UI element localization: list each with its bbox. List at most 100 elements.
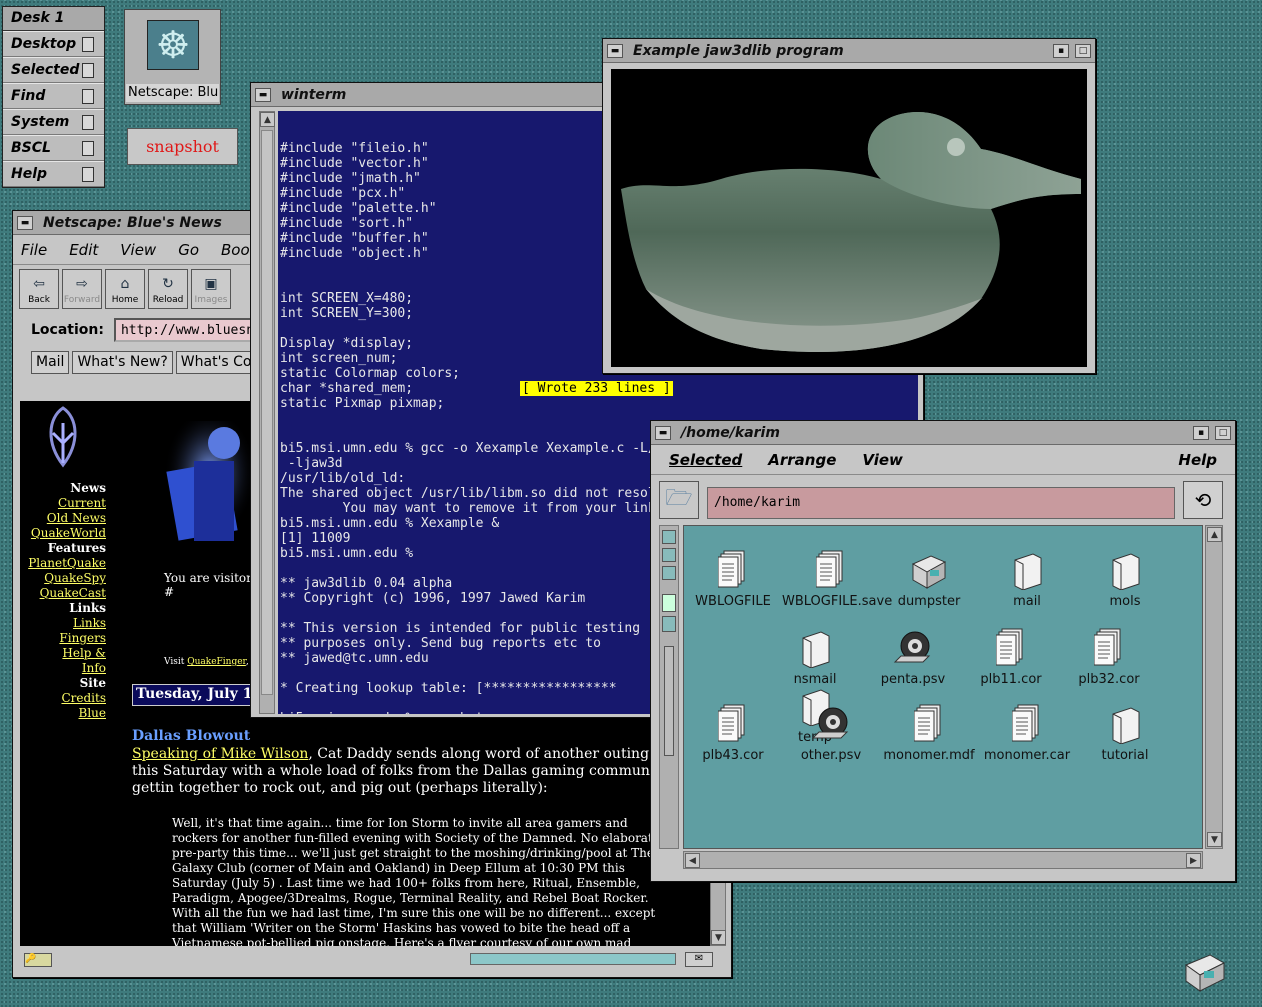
file-item[interactable]: WBLOGFILE.save	[782, 550, 892, 609]
nav-link-info[interactable]: Info	[20, 661, 106, 676]
scroll-down-icon[interactable]: ▼	[1207, 832, 1222, 847]
menu-edit[interactable]: Edit	[69, 241, 98, 259]
maximize-icon[interactable]: □	[1075, 43, 1091, 58]
nav-link-help[interactable]: Help &	[20, 646, 106, 661]
nav-link-planetquake[interactable]: PlanetQuake	[20, 556, 106, 571]
icon-view-icon[interactable]	[662, 530, 676, 544]
filemanager-titlebar[interactable]: ▬ /home/karim ▪ □	[651, 421, 1235, 445]
file-item[interactable]: tutorial	[1076, 704, 1174, 763]
scroll-up-icon[interactable]: ▲	[260, 112, 275, 127]
maximize-icon[interactable]: □	[1215, 425, 1231, 440]
file-item[interactable]: plb43.cor	[684, 704, 782, 763]
view-controls-bar	[659, 525, 679, 849]
file-item[interactable]: monomer.car	[978, 704, 1076, 763]
menu-view[interactable]: View	[120, 241, 156, 259]
wrote-lines-message: [ Wrote 233 lines ]	[520, 381, 673, 396]
toolchest-help[interactable]: Help	[3, 161, 104, 187]
desktop-dumpster-icon[interactable]	[1180, 945, 1228, 993]
fm-vertical-scrollbar[interactable]: ▲ ▼	[1205, 525, 1223, 849]
nav-link-credits[interactable]: Credits	[20, 691, 106, 706]
reload-button[interactable]: ↻ Reload	[148, 269, 188, 309]
path-field[interactable]: /home/karim	[707, 487, 1175, 519]
jaw3d-titlebar[interactable]: ▬ Example jaw3dlib program ▪ □	[603, 39, 1095, 63]
menu-file[interactable]: File	[21, 241, 47, 259]
face-view-icon[interactable]	[662, 594, 676, 612]
list-view-icon[interactable]	[662, 548, 676, 562]
nav-link-fingers[interactable]: Fingers	[20, 631, 106, 646]
menu-go[interactable]: Go	[178, 241, 199, 259]
file-item[interactable]: dumpster	[880, 550, 978, 609]
file-item[interactable]: WBLOGFILE	[684, 550, 782, 609]
images-button[interactable]: ▣ Images	[191, 269, 231, 309]
window-menu-icon[interactable]: ▬	[655, 425, 671, 440]
mike-wilson-link[interactable]: Speaking of Mike Wilson	[132, 746, 308, 762]
mail-envelope-icon[interactable]: ✉	[685, 952, 713, 967]
toolchest-selected[interactable]: Selected	[3, 57, 104, 83]
minimize-icon[interactable]: ▪	[1193, 425, 1209, 440]
file-item[interactable]: other.psv	[782, 704, 880, 763]
back-button[interactable]: ⇦ Back	[19, 269, 59, 309]
menu-icon	[82, 37, 94, 52]
cycle-dirs-icon[interactable]: ⟲	[1183, 481, 1223, 519]
netscape-title: Netscape: Blue's News	[43, 214, 222, 231]
file-label: monomer.mdf	[883, 748, 975, 763]
home-button[interactable]: ⌂ Home	[105, 269, 145, 309]
menu-help[interactable]: Help	[1178, 451, 1217, 469]
scroll-up-icon[interactable]: ▲	[1207, 527, 1222, 542]
file-item[interactable]: mail	[978, 550, 1076, 609]
minimize-icon[interactable]: ▪	[1053, 43, 1069, 58]
mail-button[interactable]: Mail	[31, 351, 70, 374]
window-menu-icon[interactable]: ▬	[607, 43, 623, 58]
images-icon: ▣	[204, 276, 218, 292]
window-menu-icon[interactable]: ▬	[17, 215, 33, 230]
file-item[interactable]: plb32.cor	[1060, 628, 1158, 687]
menu-selected[interactable]: Selected	[669, 451, 742, 469]
netscape-minimized-icon[interactable]: ☸ Netscape: Blue	[124, 9, 221, 105]
fm-horizontal-scrollbar[interactable]: ◀ ▶	[683, 851, 1203, 869]
whats-new-button[interactable]: What's New?	[72, 351, 173, 374]
column-view-icon[interactable]	[662, 566, 676, 580]
window-menu-icon[interactable]: ▬	[255, 87, 271, 102]
quakefinger-link[interactable]: QuakeFinger	[187, 657, 246, 667]
scroll-down-icon[interactable]: ▼	[711, 930, 726, 945]
file-item[interactable]: mols	[1076, 550, 1174, 609]
toolchest-system[interactable]: System	[3, 109, 104, 135]
open-folder-icon[interactable]: 🗁	[659, 481, 699, 519]
file-label: WBLOGFILE	[695, 594, 771, 609]
scroll-thumb[interactable]	[261, 130, 273, 695]
winterm-scrollbar[interactable]: ▲	[259, 111, 275, 714]
menu-view[interactable]: View	[862, 451, 903, 469]
menu-arrange[interactable]: Arrange	[768, 451, 836, 469]
file-item[interactable]: plb11.cor	[962, 628, 1060, 687]
menu-icon	[82, 141, 94, 156]
file-item[interactable]: nsmail	[766, 628, 864, 687]
file-item[interactable]: penta.psv	[864, 628, 962, 687]
scroll-left-icon[interactable]: ◀	[685, 853, 700, 868]
nav-link-links[interactable]: Links	[20, 616, 106, 631]
story-quote: Well, it's that time again... time for I…	[172, 816, 660, 946]
file-label: tutorial	[1101, 748, 1149, 763]
file-item[interactable]: monomer.mdf	[880, 704, 978, 763]
toolchest-bscl[interactable]: BSCL	[3, 135, 104, 161]
nav-heading-site: Site	[79, 676, 106, 690]
folder-icon	[1105, 704, 1145, 745]
filemanager-menubar: Selected Arrange View Help	[651, 445, 1235, 475]
snapshot-button[interactable]: snapshot	[127, 128, 238, 165]
small-icons-icon[interactable]	[662, 616, 676, 632]
text-doc-icon	[909, 704, 949, 742]
forward-button[interactable]: ⇨ Forward	[62, 269, 102, 309]
nav-link-quakespy[interactable]: QuakeSpy	[20, 571, 106, 586]
scroll-right-icon[interactable]: ▶	[1186, 853, 1201, 868]
nav-link-quakeworld[interactable]: QuakeWorld	[20, 526, 106, 541]
toolchest-find[interactable]: Find	[3, 83, 104, 109]
zoom-slider[interactable]	[664, 646, 674, 756]
nav-link-blue[interactable]: Blue	[20, 706, 107, 721]
text-doc-icon	[713, 704, 753, 742]
toolchest-title[interactable]: Desk 1	[3, 7, 104, 31]
toolchest-desktop[interactable]: Desktop	[3, 31, 104, 57]
render-canvas[interactable]	[611, 69, 1087, 367]
nav-link-quakecast[interactable]: QuakeCast	[20, 586, 106, 601]
quake-logo-icon	[49, 406, 77, 468]
nav-link-current[interactable]: Current	[20, 496, 106, 511]
nav-link-old-news[interactable]: Old News	[20, 511, 106, 526]
